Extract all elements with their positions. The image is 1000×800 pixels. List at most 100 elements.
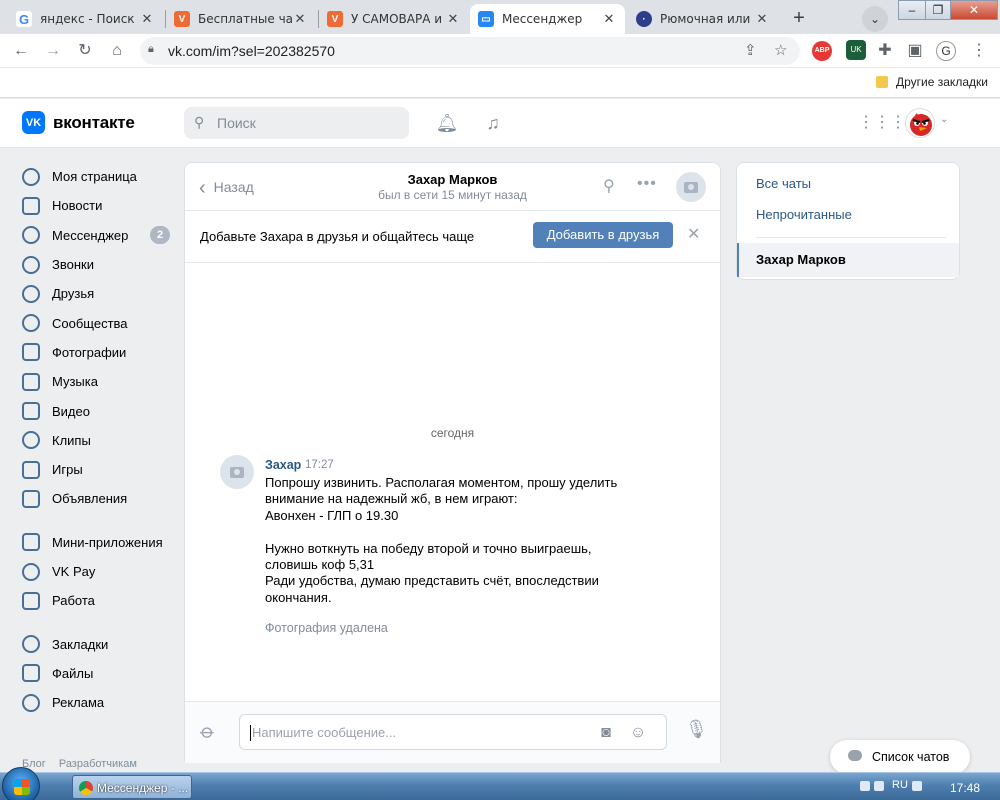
forward-arrow-icon[interactable]: → <box>42 40 64 62</box>
sidebar-item-music[interactable]: Музыка <box>22 367 172 396</box>
tab-search-button[interactable]: ⌄ <box>862 6 888 32</box>
browser-tab[interactable]: G яндекс - Поиск в ✕ <box>8 4 163 34</box>
close-icon[interactable]: ✕ <box>139 11 155 27</box>
phone-icon <box>22 255 40 274</box>
bell-icon[interactable]: 🔔︎ <box>435 111 459 135</box>
chat-list-label: Список чатов <box>872 750 950 764</box>
volume-icon[interactable] <box>874 781 884 791</box>
close-icon[interactable]: ✕ <box>445 11 461 27</box>
url-text[interactable]: vk.com/im?sel=202382570 <box>168 43 335 59</box>
network-icon[interactable] <box>860 781 870 791</box>
clock[interactable]: 17:48 <box>950 781 980 795</box>
chat-header: ‹ Назад Захар Марков был в сети 15 минут … <box>185 163 720 211</box>
sidebar-item-ads[interactable]: Реклама <box>22 688 172 717</box>
active-chat-item[interactable]: Захар Марков <box>737 243 959 277</box>
adblock-icon[interactable]: ABP <box>812 41 832 61</box>
sidebar-item-clips[interactable]: Клипы <box>22 426 172 455</box>
sidebar-item-calls[interactable]: Звонки <box>22 250 172 279</box>
sidebar-item-files[interactable]: Файлы <box>22 659 172 688</box>
sidebar-item-work[interactable]: Работа <box>22 586 172 615</box>
sidebar-footer: Блог Разработчикам <box>22 758 147 770</box>
sidebar-item-label: Новости <box>52 198 103 214</box>
sidebar-item-vk-pay[interactable]: VK Pay <box>22 557 172 586</box>
close-icon[interactable]: ✕ <box>687 224 700 244</box>
microphone-icon[interactable]: 🎙︎ <box>685 719 708 740</box>
music-note-icon[interactable]: ♫ <box>481 111 505 135</box>
sidebar-item-mini-apps[interactable]: Мини-приложения <box>22 528 172 557</box>
back-arrow-icon[interactable]: ← <box>10 40 32 62</box>
new-tab-button[interactable]: + <box>786 6 812 32</box>
chevron-down-icon[interactable]: ⌄ <box>940 114 948 125</box>
other-bookmarks[interactable]: Другие закладки <box>896 75 988 89</box>
menu-kebab-icon[interactable]: ⋮ <box>968 40 990 62</box>
sidebar-item-photos[interactable]: Фотографии <box>22 338 172 367</box>
home-icon[interactable]: ⌂ <box>106 40 128 62</box>
browser-tab[interactable]: · Рюмочная или И ✕ <box>628 4 778 34</box>
uk-extension-icon[interactable]: UK <box>846 40 866 60</box>
peer-avatar[interactable] <box>676 172 706 202</box>
message-input[interactable]: Напишите сообщение... ◙ ☺ <box>239 714 667 750</box>
apps-grid-icon[interactable]: ⋮⋮⋮ <box>858 111 906 135</box>
taskbar-item-chrome[interactable]: Мессенджер - ... <box>72 775 192 799</box>
side-panel-icon[interactable]: ▣ <box>904 40 926 62</box>
language-indicator[interactable]: RU <box>892 779 908 791</box>
extensions-icon[interactable]: ✚ <box>874 40 896 62</box>
footer-link-developers[interactable]: Разработчикам <box>59 758 137 770</box>
emoji-icon[interactable]: ☺ <box>628 723 648 743</box>
message-time[interactable]: 17:27 <box>305 459 334 471</box>
sidebar-item-label: Реклама <box>52 695 105 711</box>
start-button[interactable] <box>2 767 40 800</box>
star-icon[interactable]: ☆ <box>774 41 787 59</box>
sidebar-item-label: Файлы <box>52 665 94 681</box>
window-close-button[interactable]: ✕ <box>950 0 998 20</box>
sidebar-item-my-page[interactable]: Моя страница <box>22 162 172 191</box>
sidebar-item-classifieds[interactable]: Объявления <box>22 484 172 513</box>
camera-icon <box>230 466 244 478</box>
profile-avatar[interactable]: G <box>936 41 956 61</box>
message-composer: ⌀ Напишите сообщение... ◙ ☺ 🎙︎ <box>185 701 720 763</box>
close-icon[interactable]: ✕ <box>754 11 770 27</box>
flag-icon[interactable] <box>912 781 922 791</box>
more-icon[interactable]: ••• <box>637 175 657 193</box>
vk-logo[interactable]: VK вконтакте <box>22 111 135 134</box>
attach-icon[interactable]: ⌀ <box>195 718 221 744</box>
sidebar-item-messenger[interactable]: Мессенджер 2 <box>22 221 172 250</box>
filter-all-chats[interactable]: Все чаты <box>756 176 811 191</box>
share-icon[interactable]: ⇪ <box>744 41 757 59</box>
user-avatar[interactable] <box>905 108 935 138</box>
filter-unread[interactable]: Непрочитанные <box>756 207 852 222</box>
folder-icon <box>876 76 888 88</box>
camera-icon[interactable]: ◙ <box>596 723 616 743</box>
browser-tab-active[interactable]: ▭ Мессенджер ✕ <box>470 4 625 34</box>
browser-tab[interactable]: V Бесплатные чатЫ ✕ <box>166 4 316 34</box>
message-placeholder: Напишите сообщение... <box>252 725 397 740</box>
sidebar-item-communities[interactable]: Сообщества <box>22 308 172 337</box>
friends-icon <box>22 284 40 303</box>
search-icon[interactable]: ⚲ <box>603 176 615 196</box>
search-input[interactable]: ⚲ Поиск <box>184 107 409 139</box>
browser-tab[interactable]: V У САМОВАРА и к ✕ <box>319 4 469 34</box>
camera-icon <box>684 181 698 193</box>
sidebar-item-label: Моя страница <box>52 169 137 185</box>
sidebar-item-bookmarks[interactable]: Закладки <box>22 629 172 658</box>
reload-icon[interactable]: ↻ <box>74 40 96 62</box>
clips-icon <box>22 431 40 450</box>
add-friend-button[interactable]: Добавить в друзья <box>533 222 673 248</box>
sidebar-item-news[interactable]: Новости <box>22 191 172 220</box>
sidebar-item-label: Мини-приложения <box>52 534 163 550</box>
classifieds-icon <box>22 489 40 508</box>
message-avatar[interactable] <box>220 455 254 489</box>
minimize-button[interactable]: – <box>898 0 926 20</box>
sidebar-item-video[interactable]: Видео <box>22 396 172 425</box>
sidebar-item-games[interactable]: Игры <box>22 455 172 484</box>
video-icon <box>22 402 40 421</box>
message-author[interactable]: Захар <box>265 458 301 472</box>
sidebar-item-friends[interactable]: Друзья <box>22 279 172 308</box>
address-bar[interactable]: 🔒︎ vk.com/im?sel=202382570 ⇪ ☆ <box>140 37 800 65</box>
close-icon[interactable]: ✕ <box>292 11 308 27</box>
vk-messenger-icon: ▭ <box>478 11 494 27</box>
close-icon[interactable]: ✕ <box>601 11 617 27</box>
chat-list-button[interactable]: Список чатов <box>830 740 970 774</box>
maximize-button[interactable]: ❐ <box>925 0 951 20</box>
